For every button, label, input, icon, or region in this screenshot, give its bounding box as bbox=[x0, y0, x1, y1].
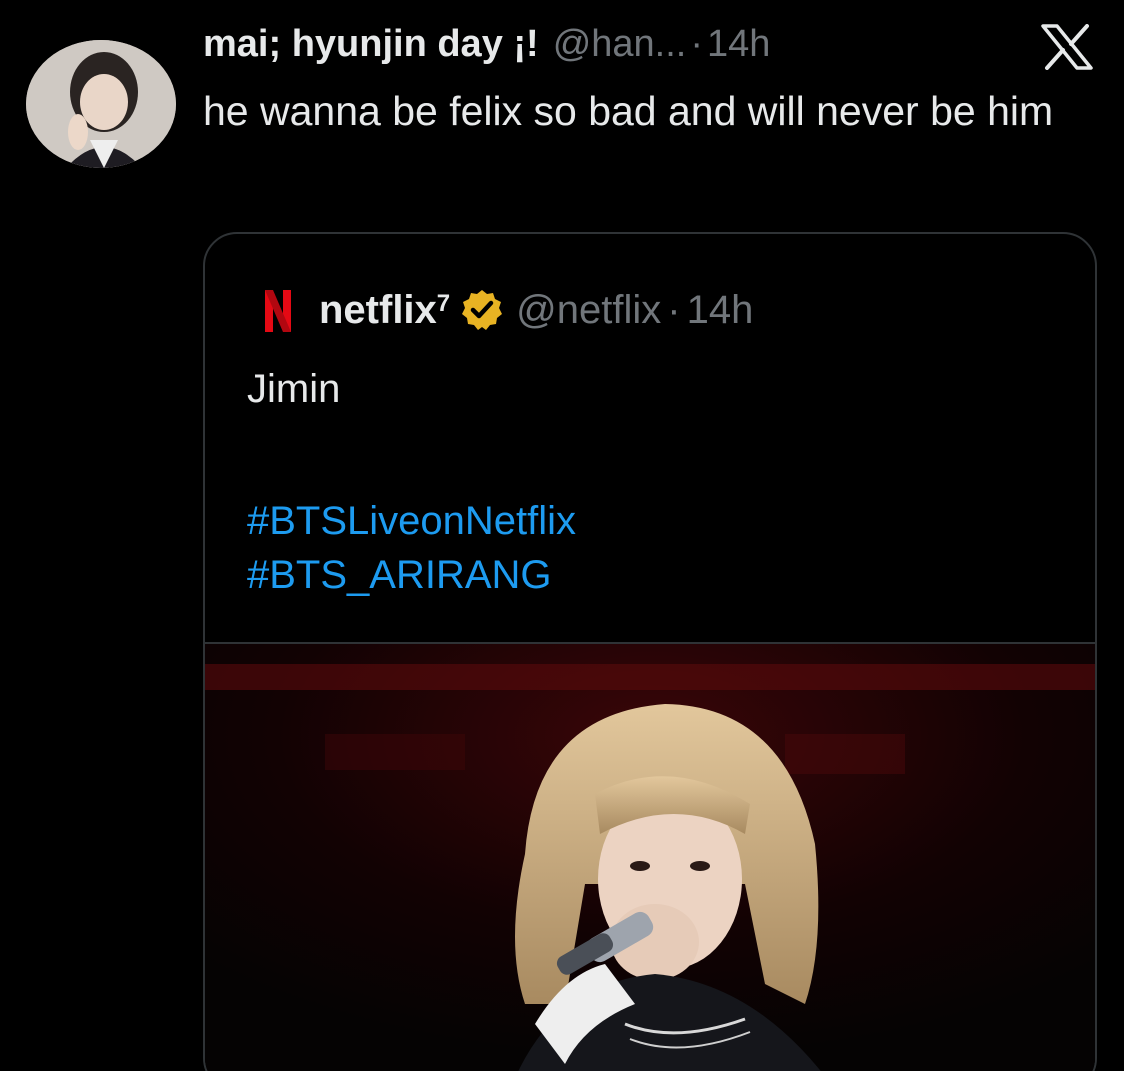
verified-badge-icon bbox=[460, 288, 504, 332]
quoted-tweet-media[interactable] bbox=[205, 642, 1095, 1071]
user-handle[interactable]: @han... bbox=[553, 23, 687, 66]
quoted-tweet-header: netflix 7 @netflix · 14h bbox=[261, 282, 753, 338]
avatar-photo bbox=[26, 40, 176, 168]
concert-photo bbox=[205, 644, 1095, 1071]
display-name[interactable]: mai; hyunjin day ¡! bbox=[203, 23, 539, 66]
tweet-text: he wanna be felix so bad and will never … bbox=[203, 88, 1054, 134]
timestamp[interactable]: 14h bbox=[707, 23, 770, 66]
hashtag-list: #BTSLiveonNetflix #BTS_ARIRANG bbox=[247, 494, 576, 602]
avatar[interactable] bbox=[26, 40, 176, 168]
quoted-separator-dot: · bbox=[667, 287, 681, 332]
hashtag-link[interactable]: #BTSLiveonNetflix bbox=[247, 494, 576, 548]
quoted-user-handle[interactable]: @netflix bbox=[516, 288, 661, 333]
quoted-tweet-text: Jimin bbox=[247, 367, 341, 411]
hashtag-link[interactable]: #BTS_ARIRANG bbox=[247, 548, 576, 602]
x-logo-icon[interactable] bbox=[1040, 24, 1094, 70]
quoted-timestamp[interactable]: 14h bbox=[687, 288, 754, 333]
separator-dot: · bbox=[690, 22, 704, 65]
quoted-tweet-card[interactable]: netflix 7 @netflix · 14h Jimin #BTSLiveon… bbox=[203, 232, 1097, 1071]
quoted-display-name[interactable]: netflix bbox=[319, 288, 437, 333]
tweet-header: mai; hyunjin day ¡! @han... · 14h bbox=[203, 18, 770, 70]
quoted-name-superscript: 7 bbox=[436, 290, 451, 317]
